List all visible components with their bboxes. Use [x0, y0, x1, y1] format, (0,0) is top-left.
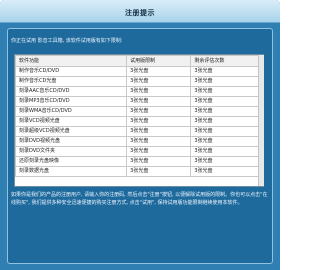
limit-cell: 3张光盘 — [126, 146, 192, 157]
table-row[interactable]: 刻录WMA音乐CD/DVD 3张光盘 3张光盘 — [15, 106, 263, 117]
table-scrollbar[interactable] — [258, 55, 264, 186]
limits-table: 软件功能 试用版限制 剩余评估次数 制作音乐CD/DVD 3张光盘 3张光盘 制作音… — [14, 54, 264, 187]
table-row[interactable]: 刻录VCD视频光盘 3张光盘 3张光盘 — [15, 116, 263, 127]
table-row[interactable]: 刻录AAC音乐CD/DVD 3张光盘 3张光盘 — [15, 86, 263, 97]
table-row[interactable]: 刻录超级VCD视频光盘 3张光盘 3张光盘 — [15, 126, 263, 137]
limit-cell: 3张光盘 — [126, 76, 192, 87]
limit-cell: 3张光盘 — [126, 116, 192, 127]
feature-cell: 制作音乐CD光盘 — [15, 76, 128, 87]
footer-text: 如果你是我们的产品的注册用户, 请输入你的注册码, 然后点击"注册"按钮, 以便… — [11, 192, 268, 206]
limit-cell: 3张光盘 — [126, 156, 192, 167]
limit-cell: 3张光盘 — [126, 66, 192, 77]
remaining-cell: 3张光盘 — [190, 156, 263, 167]
feature-cell: 刻录MP3音乐CD/DVD — [15, 96, 128, 107]
intro-text: 你正在试用 影音工具箱, 该软件试用版有如下限制: — [11, 38, 123, 44]
remaining-cell: 3张光盘 — [190, 66, 263, 77]
dialog-titlebar: 注册提示 — [0, 0, 280, 23]
remaining-cell: 3张光盘 — [190, 146, 263, 157]
table-header-row: 软件功能 试用版限制 剩余评估次数 — [15, 55, 263, 67]
feature-cell: 刻录DVD文件夹 — [15, 146, 128, 157]
table-row[interactable]: 刻录MP3音乐CD/DVD 3张光盘 3张光盘 — [15, 96, 263, 107]
feature-cell: 刻录WMA音乐CD/DVD — [15, 106, 128, 117]
column-header-remaining[interactable]: 剩余评估次数 — [190, 55, 263, 67]
table-row[interactable]: 刻录数据光盘 3张光盘 3张光盘 — [15, 166, 263, 177]
feature-cell: 制作音乐CD/DVD — [15, 66, 128, 77]
limit-cell: 3张光盘 — [126, 106, 192, 117]
table-row[interactable]: 刻录DVD文件夹 3张光盘 3张光盘 — [15, 146, 263, 157]
remaining-cell: 3张光盘 — [190, 96, 263, 107]
limit-cell: 3张光盘 — [126, 96, 192, 107]
feature-cell: 刻录超级VCD视频光盘 — [15, 126, 128, 137]
remaining-cell: 3张光盘 — [190, 136, 263, 147]
table-row[interactable]: 还原刻录光盘映像 3张光盘 3张光盘 — [15, 156, 263, 167]
remaining-cell: 3张光盘 — [190, 166, 263, 177]
column-header-limit[interactable]: 试用版限制 — [126, 55, 192, 67]
remaining-cell: 3张光盘 — [190, 116, 263, 127]
table-row[interactable]: 制作音乐CD光盘 3张光盘 3张光盘 — [15, 76, 263, 87]
column-header-feature[interactable]: 软件功能 — [15, 55, 128, 67]
remaining-cell: 3张光盘 — [190, 76, 263, 87]
table-row[interactable]: 刻录DVD视频光盘 3张光盘 3张光盘 — [15, 136, 263, 147]
feature-cell: 刻录AAC音乐CD/DVD — [15, 86, 128, 97]
dialog-title: 注册提示 — [125, 9, 155, 17]
remaining-cell: 3张光盘 — [190, 106, 263, 117]
limit-cell: 3张光盘 — [126, 136, 192, 147]
remaining-cell: 3张光盘 — [190, 86, 263, 97]
registration-dialog: 注册提示 你正在试用 影音工具箱, 该软件试用版有如下限制: 软件功能 试用版限… — [0, 0, 280, 270]
feature-cell: 刻录VCD视频光盘 — [15, 116, 128, 127]
table-row[interactable]: 制作音乐CD/DVD 3张光盘 3张光盘 — [15, 66, 263, 77]
limit-cell: 3张光盘 — [126, 166, 192, 177]
limit-cell: 3张光盘 — [126, 126, 192, 137]
feature-cell: 还原刻录光盘映像 — [15, 156, 128, 167]
feature-cell: 刻录数据光盘 — [15, 166, 128, 177]
limit-cell: 3张光盘 — [126, 86, 192, 97]
remaining-cell: 3张光盘 — [190, 126, 263, 137]
feature-cell: 刻录DVD视频光盘 — [15, 136, 128, 147]
